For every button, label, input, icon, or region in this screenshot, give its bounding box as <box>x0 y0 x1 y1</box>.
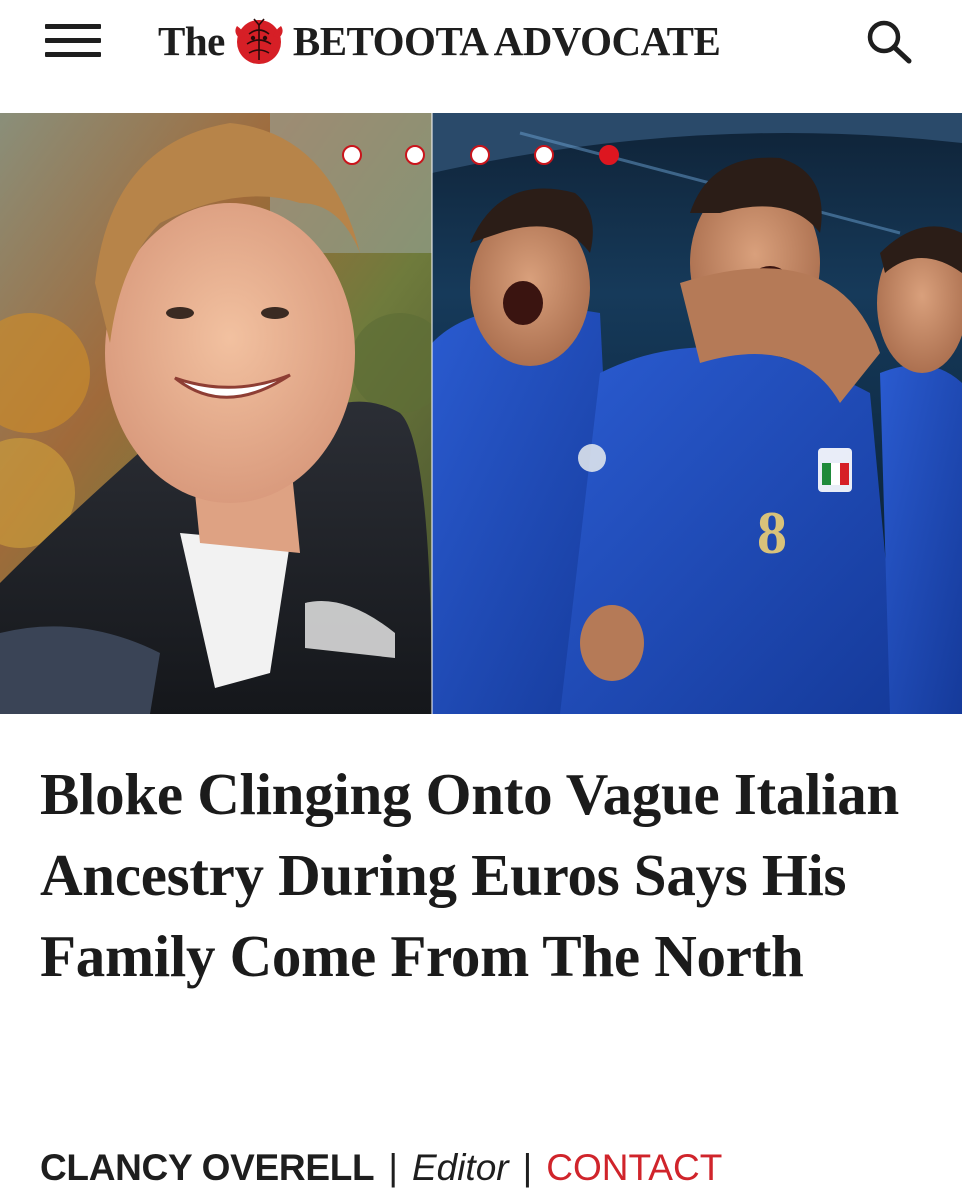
article-headline: Bloke Clinging Onto Vague Italian Ancest… <box>40 761 899 989</box>
carousel-dot-5-active[interactable] <box>599 145 619 165</box>
hero-image[interactable]: 8 <box>0 113 962 714</box>
author-role: Editor <box>411 1147 509 1188</box>
site-logo[interactable]: The BETOOTA ADVOCATE <box>158 14 721 68</box>
contact-link[interactable]: CONTACT <box>546 1147 722 1189</box>
article-byline: CLANCY OVERELL | Editor | CONTACT <box>40 1145 722 1191</box>
byline-separator: | <box>522 1147 533 1188</box>
logo-name: BETOOTA ADVOCATE <box>292 17 721 64</box>
svg-text:8: 8 <box>757 500 787 566</box>
author-name[interactable]: CLANCY OVERELL <box>40 1147 375 1189</box>
carousel-indicators <box>0 141 962 169</box>
hamburger-menu-icon[interactable] <box>45 22 101 60</box>
site-header: The BETOOTA ADVOCATE <box>0 0 962 82</box>
logo-prefix: The <box>158 17 225 64</box>
red-crest-emblem-icon <box>235 18 283 64</box>
carousel-dot-3[interactable] <box>470 145 490 165</box>
carousel-dot-2[interactable] <box>405 145 425 165</box>
carousel-dot-4[interactable] <box>534 145 554 165</box>
byline-separator: | <box>388 1147 398 1188</box>
carousel-dot-1[interactable] <box>342 145 362 165</box>
search-icon[interactable] <box>862 16 916 66</box>
